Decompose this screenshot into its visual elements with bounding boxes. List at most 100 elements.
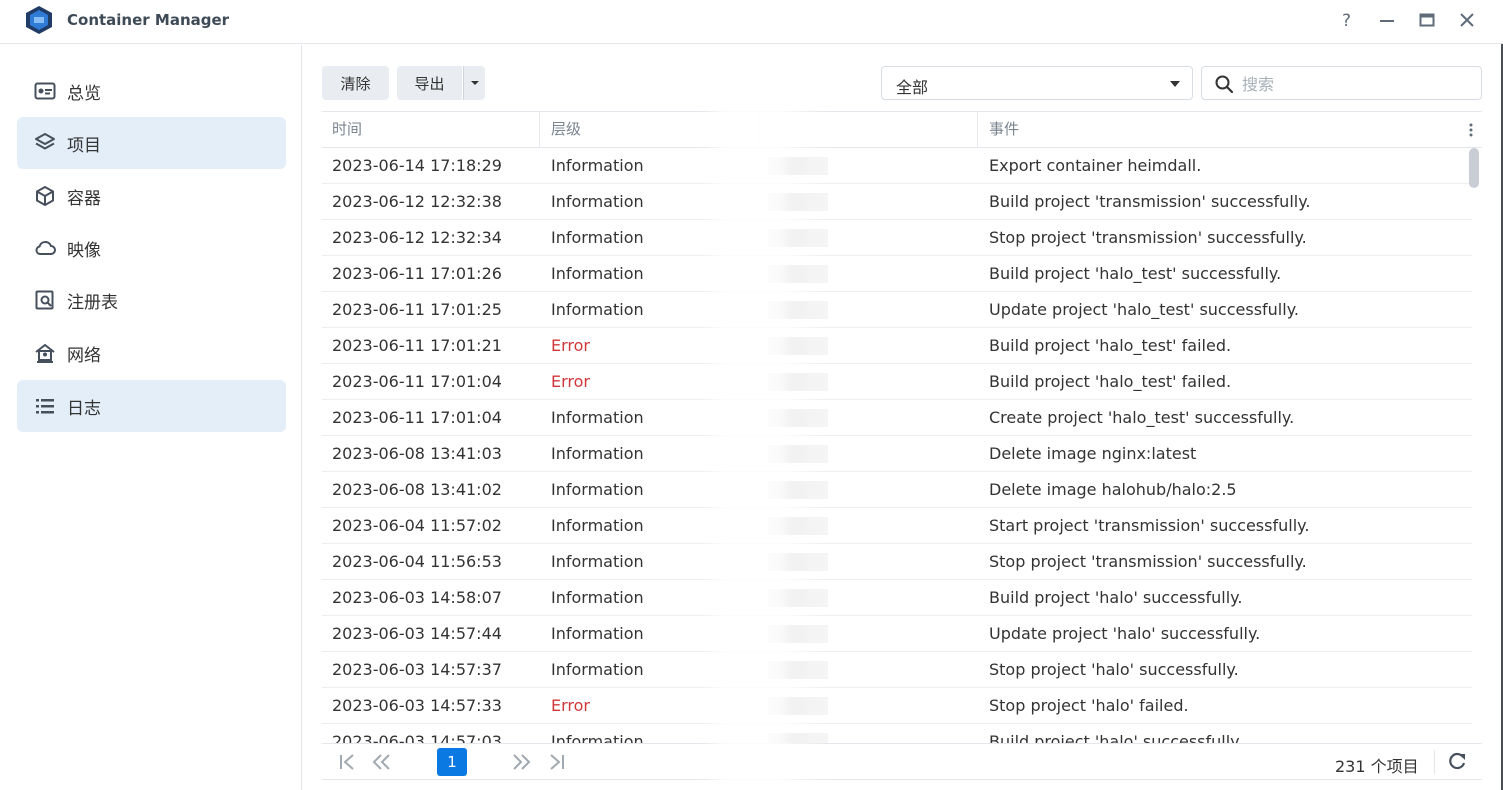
cell-time: 2023-06-11 17:01:04 [332,408,502,427]
cell-event: Update project 'halo_test' successfully. [989,300,1299,319]
table-row[interactable]: 2023-06-08 13:41:03 Information Delete ima… [322,436,1472,472]
table-row[interactable]: 2023-06-11 17:01:04 Information Create pro… [322,400,1472,436]
sidebar-item-projects[interactable]: 项目 [17,117,286,169]
title-bar: Container Manager ? [0,0,1503,44]
column-header-user[interactable] [760,112,978,147]
cell-level: Information [551,444,644,463]
layers-icon [35,133,55,150]
table-row[interactable]: 2023-06-14 17:18:29 Information Export con… [322,148,1472,184]
column-header-level[interactable]: 层级 [541,112,759,147]
table-row[interactable]: 2023-06-04 11:56:53 Information Stop proje… [322,544,1472,580]
refresh-icon[interactable] [1446,751,1468,773]
sidebar: 总览 项目 容器 映像 注册表 网络 日志 [0,45,302,790]
table-row[interactable]: 2023-06-11 17:01:26 Information Build proj… [322,256,1472,292]
table-row[interactable]: 2023-06-08 13:41:02 Information Delete ima… [322,472,1472,508]
table-row[interactable]: 2023-06-11 17:01:04 Error Build project 'h… [322,364,1472,400]
next-page-icon[interactable] [510,752,534,772]
table-scrollbar[interactable] [1469,148,1479,188]
search-box[interactable] [1201,66,1482,100]
cell-level: Information [551,732,644,743]
table-row[interactable]: 2023-06-03 14:57:03 Information Build proj… [322,724,1472,743]
sidebar-item-overview[interactable]: 总览 [17,65,286,117]
question-icon[interactable]: ? [1335,8,1359,32]
cell-user-redacted [768,661,828,679]
cell-event: Build project 'halo' successfully. [989,732,1243,743]
search-icon [1215,75,1234,94]
cell-level: Information [551,408,644,427]
table-row[interactable]: 2023-06-03 14:58:07 Information Build proj… [322,580,1472,616]
table-row[interactable]: 2023-06-11 17:01:25 Information Update pro… [322,292,1472,328]
table-row[interactable]: 2023-06-03 14:57:44 Information Update pro… [322,616,1472,652]
cell-level: Error [551,696,590,715]
sidebar-item-network[interactable]: 网络 [17,327,286,379]
cell-event: Create project 'halo_test' successfully. [989,408,1295,427]
table-row[interactable]: 2023-06-11 17:01:21 Error Build project 'h… [322,328,1472,364]
cell-time: 2023-06-11 17:01:26 [332,264,502,283]
cell-user-redacted [768,373,828,391]
previous-page-icon[interactable] [369,752,393,772]
cell-level: Information [551,228,644,247]
table-header: 时间 层级 事件 [322,112,1482,148]
svg-text:?: ? [1342,11,1351,29]
sidebar-item-logs[interactable]: 日志 [17,380,286,432]
search-input[interactable] [1242,72,1472,96]
cell-event: Build project 'halo_test' failed. [989,372,1232,391]
first-page-icon[interactable] [336,752,360,772]
last-page-icon[interactable] [545,752,569,772]
cell-time: 2023-06-11 17:01:21 [332,336,502,355]
sidebar-item-label: 容器 [67,189,101,209]
clear-button[interactable]: 清除 [322,66,389,100]
cell-time: 2023-06-03 14:57:37 [332,660,502,679]
cell-time: 2023-06-03 14:57:33 [332,696,502,715]
log-table: 时间 层级 事件 2023-06-14 17:18:29 Information E… [322,111,1482,743]
cell-user-redacted [768,625,828,643]
cell-user-redacted [768,229,828,247]
level-filter-select[interactable]: 全部 [881,66,1193,100]
table-body: 2023-06-14 17:18:29 Information Export con… [322,148,1472,743]
close-icon[interactable] [1455,8,1479,32]
export-dropdown-button[interactable] [463,66,485,100]
sidebar-item-label: 日志 [67,399,101,419]
export-button[interactable]: 导出 [397,66,462,100]
cell-event: Build project 'halo_test' successfully. [989,264,1282,283]
list-icon [36,399,54,414]
sidebar-item-label: 网络 [67,346,101,366]
minimize-icon[interactable] [1375,8,1399,32]
table-row[interactable]: 2023-06-03 14:57:33 Error Stop project 'ha… [322,688,1472,724]
table-row[interactable]: 2023-06-03 14:57:37 Information Stop proje… [322,652,1472,688]
column-header-time[interactable]: 时间 [322,112,540,147]
cell-event: Delete image nginx:latest [989,444,1197,463]
cell-time: 2023-06-08 13:41:03 [332,444,502,463]
sidebar-item-containers[interactable]: 容器 [17,170,286,222]
maximize-icon[interactable] [1415,8,1439,32]
cube-icon [36,186,54,206]
sidebar-item-images[interactable]: 映像 [17,222,286,274]
cell-user-redacted [768,193,828,211]
cell-level: Information [551,264,644,283]
column-header-event[interactable]: 事件 [979,112,1472,147]
table-row[interactable]: 2023-06-04 11:57:02 Information Start proj… [322,508,1472,544]
table-row[interactable]: 2023-06-12 12:32:34 Information Stop proje… [322,220,1472,256]
cloud-icon [35,240,56,255]
cell-event: Export container heimdall. [989,156,1202,175]
cell-event: Stop project 'transmission' successfully… [989,552,1307,571]
cell-level: Information [551,660,644,679]
cell-event: Build project 'halo' successfully. [989,588,1243,607]
item-count: 231 个项目 [1335,757,1419,776]
cell-level: Information [551,588,644,607]
cell-event: Build project 'transmission' successfull… [989,192,1311,211]
sidebar-item-registry[interactable]: 注册表 [17,274,286,326]
cell-time: 2023-06-04 11:56:53 [332,552,502,571]
cell-time: 2023-06-03 14:57:03 [332,732,502,743]
sidebar-item-label: 映像 [67,241,101,261]
current-page-button[interactable]: 1 [437,748,467,776]
cell-time: 2023-06-03 14:58:07 [332,588,502,607]
cell-user-redacted [768,157,828,175]
cell-event: Start project 'transmission' successfull… [989,516,1310,535]
cell-level: Error [551,372,590,391]
table-row[interactable]: 2023-06-12 12:32:38 Information Build proj… [322,184,1472,220]
cell-user-redacted [768,553,828,571]
sidebar-item-label: 总览 [67,84,101,104]
cell-level: Information [551,192,644,211]
column-options-icon[interactable] [1460,112,1482,147]
